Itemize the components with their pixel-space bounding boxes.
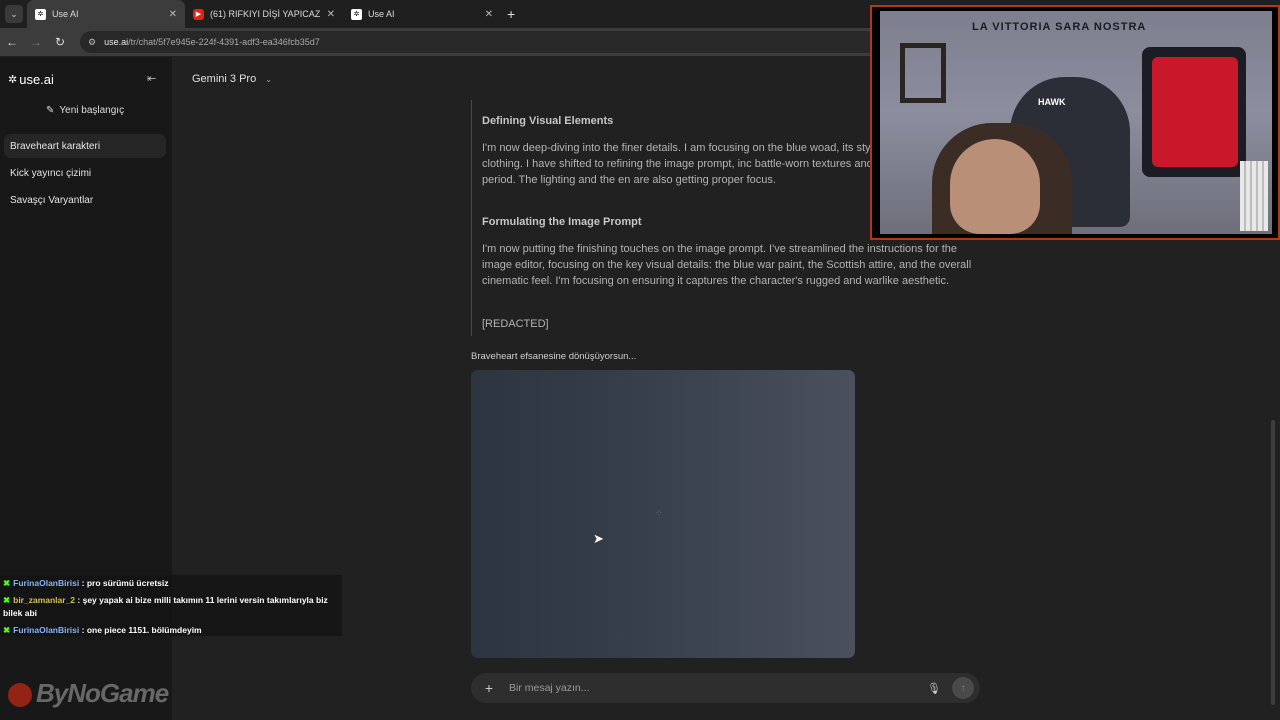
new-chat-label: Yeni başlangıç bbox=[59, 105, 125, 116]
attach-plus-icon[interactable]: + bbox=[471, 680, 507, 696]
sidebar-item-label: Kick yayıncı çizimi bbox=[10, 167, 92, 179]
chat-message: ✖ FurinaOlanBirisi : pro sürümü ücretsiz bbox=[3, 577, 169, 590]
thought-heading: Formulating the Image Prompt bbox=[482, 216, 642, 228]
tab-title: Use AI bbox=[368, 9, 395, 19]
mouse-cursor-icon: ➤ bbox=[593, 531, 604, 546]
sidebar-item-label: Savaşçı Varyantlar bbox=[10, 194, 94, 206]
kick-icon: ✖ bbox=[3, 595, 11, 605]
kick-icon: ✖ bbox=[3, 578, 11, 588]
tab-title: (61) RIFKIYI DİŞİ YAPICAZ | Ma bbox=[210, 9, 323, 19]
message-composer: + Bir mesaj yazın... 🎙 ↑ bbox=[471, 673, 980, 703]
streamer-face bbox=[950, 139, 1040, 234]
redacted-text: [REDACTED] bbox=[482, 318, 549, 330]
forward-arrow-icon[interactable]: → bbox=[24, 35, 48, 49]
close-icon[interactable]: ✕ bbox=[485, 9, 493, 20]
brand-name: use.ai bbox=[19, 72, 54, 87]
chat-text: : one piece 1151. bölümdeyim bbox=[81, 625, 202, 635]
generation-status: Braveheart efsanesine dönüşüyorsun... bbox=[471, 351, 637, 362]
chat-username: bir_zamanlar_2 bbox=[13, 595, 76, 605]
edit-pencil-icon: ✎ bbox=[46, 105, 55, 116]
loading-spinner-icon: ⁘ bbox=[655, 508, 663, 518]
stream-chat-overlay: ✖ FurinaOlanBirisi : pro sürümü ücretsiz … bbox=[0, 575, 342, 636]
thought-body: I'm now putting the finishing touches on… bbox=[482, 243, 972, 287]
chevron-down-icon: ⌄ bbox=[265, 75, 272, 84]
send-button[interactable]: ↑ bbox=[952, 677, 974, 699]
chat-message: ✖ FurinaOlanBirisi : one piece 1151. bölü… bbox=[3, 624, 202, 637]
close-icon[interactable]: ✕ bbox=[327, 9, 335, 20]
chat-username: FurinaOlanBirisi bbox=[13, 578, 80, 588]
browser-tab-2[interactable]: ▶ (61) RIFKIYI DİŞİ YAPICAZ | Ma ✕ bbox=[185, 0, 343, 28]
image-loading-placeholder: ⁘ bbox=[471, 370, 855, 658]
sparkle-icon: ✲ bbox=[8, 74, 18, 86]
url-path: /tr/chat/5f7e945e-224f-4391-adf3-ea346fc… bbox=[128, 37, 320, 47]
message-input[interactable]: Bir mesaj yazın... bbox=[507, 682, 922, 694]
streamer-webcam: LA VITTORIA SARA NOSTRA HAWK bbox=[870, 5, 1280, 240]
browser-tab-3[interactable]: ✲ Use AI ✕ bbox=[343, 0, 501, 28]
brand-logo[interactable]: ✲ use.ai bbox=[8, 72, 54, 87]
kick-icon: ✖ bbox=[3, 625, 11, 635]
scrollbar[interactable] bbox=[1271, 420, 1275, 705]
sidebar-item-kick[interactable]: Kick yayıncı çizimi bbox=[4, 161, 166, 185]
thought-heading: Defining Visual Elements bbox=[482, 115, 614, 127]
chat-message: ✖ bir_zamanlar_2 : şey yapak ai bize mill… bbox=[3, 594, 339, 620]
back-arrow-icon[interactable]: ← bbox=[0, 35, 24, 49]
new-chat-button[interactable]: ✎ Yeni başlangıç bbox=[46, 105, 124, 116]
watermark-logo-icon bbox=[8, 683, 32, 708]
sidebar-item-braveheart[interactable]: Braveheart karakteri bbox=[4, 134, 166, 158]
chair-logo: HAWK bbox=[1038, 97, 1066, 107]
red-jersey bbox=[1152, 57, 1238, 167]
stream-watermark: ByNoGame bbox=[8, 678, 169, 709]
use-ai-favicon-icon: ✲ bbox=[351, 8, 362, 20]
collapse-sidebar-icon[interactable]: ⇤ bbox=[147, 72, 156, 85]
wall-text: LA VITTORIA SARA NOSTRA bbox=[972, 21, 1147, 33]
sidebar-item-label: Braveheart karakteri bbox=[10, 140, 101, 152]
sidebar-item-savasci[interactable]: Savaşçı Varyantlar bbox=[4, 188, 166, 212]
browser-tab-1[interactable]: ✲ Use AI ✕ bbox=[27, 0, 185, 28]
chat-username: FurinaOlanBirisi bbox=[13, 625, 80, 635]
site-info-icon[interactable]: ⚙ bbox=[88, 37, 96, 48]
model-label: Gemini 3 Pro bbox=[192, 73, 257, 85]
close-icon[interactable]: ✕ bbox=[169, 9, 177, 20]
chat-text: : pro sürümü ücretsiz bbox=[81, 578, 169, 588]
microphone-icon[interactable]: 🎙 bbox=[922, 682, 946, 695]
tab-title: Use AI bbox=[52, 9, 79, 19]
youtube-favicon-icon: ▶ bbox=[193, 8, 204, 20]
radiator bbox=[1240, 161, 1268, 231]
webcam-scene: LA VITTORIA SARA NOSTRA HAWK bbox=[880, 11, 1272, 234]
url-host: use.ai bbox=[104, 37, 129, 47]
address-bar[interactable]: ⚙ use.ai /tr/chat/5f7e945e-224f-4391-adf… bbox=[80, 31, 880, 53]
new-tab-plus-icon[interactable]: + bbox=[507, 6, 515, 22]
watermark-text: ByNoGame bbox=[36, 678, 169, 708]
use-ai-favicon-icon: ✲ bbox=[35, 8, 46, 20]
tab-search-button[interactable]: ⌄ bbox=[5, 5, 23, 23]
picture-frame bbox=[900, 43, 946, 103]
reload-icon[interactable]: ↻ bbox=[48, 35, 72, 49]
model-selector[interactable]: Gemini 3 Pro ⌄ bbox=[192, 73, 272, 85]
